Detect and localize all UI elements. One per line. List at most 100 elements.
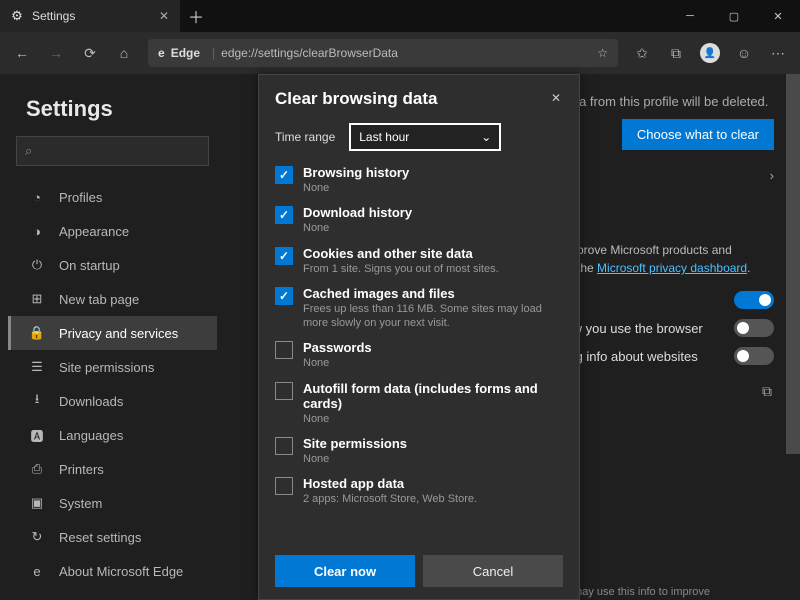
clear-option-cached-images-and-files[interactable]: Cached images and filesFrees up less tha…: [275, 286, 563, 331]
sidebar-item-label: Printers: [59, 462, 104, 477]
sidebar-item-on-startup[interactable]: ⏻ On startup: [8, 248, 217, 282]
checkbox[interactable]: [275, 437, 293, 455]
choose-what-to-clear-button[interactable]: Choose what to clear: [622, 119, 774, 150]
chevron-down-icon: ⌄: [481, 130, 491, 144]
checkbox-checked[interactable]: [275, 247, 293, 265]
close-tab-button[interactable]: ✕: [158, 10, 170, 22]
sidebar-item-label: Site permissions: [59, 360, 154, 375]
clear-browsing-data-dialog: Clear browsing data ✕ Time range Last ho…: [258, 74, 580, 600]
clear-option-browsing-history[interactable]: Browsing historyNone: [275, 165, 563, 195]
navigation-bar: ← → ⟳ ⌂ e Edge | edge://settings/clearBr…: [0, 32, 800, 74]
sidebar-item-system[interactable]: ▣System: [8, 486, 217, 520]
settings-toggle-row: d: [551, 291, 774, 309]
option-subtitle: 2 apps: Microsoft Store, Web Store.: [303, 492, 563, 506]
external-link-icon[interactable]: ⧉: [762, 383, 772, 400]
sidebar-item-label: New tab page: [59, 292, 139, 307]
checkbox[interactable]: [275, 382, 293, 400]
refresh-button[interactable]: ⟳: [74, 37, 106, 69]
dialog-title: Clear browsing data: [275, 89, 437, 109]
maximize-button[interactable]: ▢: [712, 0, 756, 32]
checkbox[interactable]: [275, 477, 293, 495]
content-note: data from this profile will be deleted.: [561, 94, 768, 109]
sidebar-item-printers[interactable]: ⎙Printers: [8, 452, 217, 486]
toggle-off[interactable]: [734, 319, 774, 337]
chevron-right-icon[interactable]: ›: [770, 168, 774, 183]
option-title: Browsing history: [303, 165, 563, 180]
clear-now-button[interactable]: Clear now: [275, 555, 415, 587]
power-icon: ⏻: [29, 257, 45, 273]
new-tab-button[interactable]: ＋: [180, 4, 212, 28]
option-subtitle: From 1 site. Signs you out of most sites…: [303, 262, 563, 276]
forward-button[interactable]: →: [40, 37, 72, 69]
favorite-icon[interactable]: ☆: [597, 46, 608, 60]
checkbox-checked[interactable]: [275, 166, 293, 184]
profile-avatar[interactable]: 👤: [694, 37, 726, 69]
reset-icon: ↻: [29, 529, 45, 545]
feedback-icon[interactable]: ☺: [728, 37, 760, 69]
home-button[interactable]: ⌂: [108, 37, 140, 69]
address-path: edge://settings/clearBrowserData: [221, 46, 398, 60]
time-range-select[interactable]: Last hour ⌄: [349, 123, 501, 151]
sidebar-heading: Settings: [26, 96, 217, 122]
edge-icon: e: [29, 563, 45, 579]
clear-option-download-history[interactable]: Download historyNone: [275, 205, 563, 235]
clear-option-autofill-form-data-includes-forms-and-cards-[interactable]: Autofill form data (includes forms and c…: [275, 381, 563, 426]
sidebar-item-languages[interactable]: 🅰 Languages: [8, 418, 217, 452]
lock-icon: 🔒: [29, 325, 45, 341]
paint-icon: ◑: [29, 223, 45, 239]
back-button[interactable]: ←: [6, 37, 38, 69]
option-subtitle: Frees up less than 116 MB. Some sites ma…: [303, 302, 563, 331]
vertical-scrollbar[interactable]: [786, 74, 800, 600]
toggle-on[interactable]: [734, 291, 774, 309]
scrollbar-thumb[interactable]: [786, 74, 800, 454]
option-title: Cached images and files: [303, 286, 563, 301]
option-title: Passwords: [303, 340, 563, 355]
active-tab[interactable]: ⚙ Settings ✕: [0, 0, 180, 32]
checkbox[interactable]: [275, 341, 293, 359]
minimize-button[interactable]: ─: [668, 0, 712, 32]
sidebar-item-label: Downloads: [59, 394, 123, 409]
clear-option-passwords[interactable]: PasswordsNone: [275, 340, 563, 370]
option-title: Cookies and other site data: [303, 246, 563, 261]
option-title: Site permissions: [303, 436, 563, 451]
close-window-button[interactable]: ✕: [756, 0, 800, 32]
more-icon[interactable]: ⋯: [762, 37, 794, 69]
dialog-close-button[interactable]: ✕: [549, 89, 563, 107]
option-subtitle: None: [303, 356, 563, 370]
language-icon: 🅰: [29, 427, 45, 443]
checkbox-checked[interactable]: [275, 287, 293, 305]
permissions-icon: ☰: [29, 359, 45, 375]
download-icon: ⭳: [29, 393, 45, 409]
address-bar[interactable]: e Edge | edge://settings/clearBrowserDat…: [148, 39, 618, 67]
settings-toggle-row: nding info about websites: [551, 347, 774, 365]
checkbox-checked[interactable]: [275, 206, 293, 224]
sidebar-item-about-microsoft-edge[interactable]: e About Microsoft Edge: [8, 554, 217, 588]
sidebar-item-label: About Microsoft Edge: [59, 564, 183, 579]
edge-logo-icon: e: [158, 46, 165, 60]
sidebar-item-profiles[interactable]: ◔Profiles: [8, 180, 217, 214]
sidebar-item-label: Languages: [59, 428, 123, 443]
toggle-off[interactable]: [734, 347, 774, 365]
sidebar-item-new-tab-page[interactable]: ⊞New tab page: [8, 282, 217, 316]
collections-icon[interactable]: ⧉: [660, 37, 692, 69]
sidebar-item-privacy-and-services[interactable]: 🔒 Privacy and services: [8, 316, 217, 350]
privacy-dashboard-link[interactable]: Microsoft privacy dashboard: [597, 261, 747, 275]
settings-sidebar: Settings ⌕ ◔Profiles ◑ Appearance ⏻ On start…: [0, 74, 225, 600]
clear-option-hosted-app-data[interactable]: Hosted app data2 apps: Microsoft Store, …: [275, 476, 563, 506]
sidebar-item-downloads[interactable]: ⭳ Downloads: [8, 384, 217, 418]
sidebar-item-site-permissions[interactable]: ☰ Site permissions: [8, 350, 217, 384]
sidebar-item-label: Privacy and services: [59, 326, 178, 341]
sidebar-item-appearance[interactable]: ◑ Appearance: [8, 214, 217, 248]
clear-option-site-permissions[interactable]: Site permissionsNone: [275, 436, 563, 466]
favorites-icon[interactable]: ✩: [626, 37, 658, 69]
option-subtitle: None: [303, 181, 563, 195]
cancel-button[interactable]: Cancel: [423, 555, 563, 587]
person-icon: ◔: [29, 189, 45, 205]
option-subtitle: None: [303, 452, 563, 466]
sidebar-item-reset-settings[interactable]: ↻Reset settings: [8, 520, 217, 554]
sidebar-item-label: On startup: [59, 258, 120, 273]
sidebar-search-input[interactable]: ⌕: [16, 136, 209, 166]
sidebar-item-label: Appearance: [59, 224, 129, 239]
system-icon: ▣: [29, 495, 45, 511]
clear-option-cookies-and-other-site-data[interactable]: Cookies and other site dataFrom 1 site. …: [275, 246, 563, 276]
